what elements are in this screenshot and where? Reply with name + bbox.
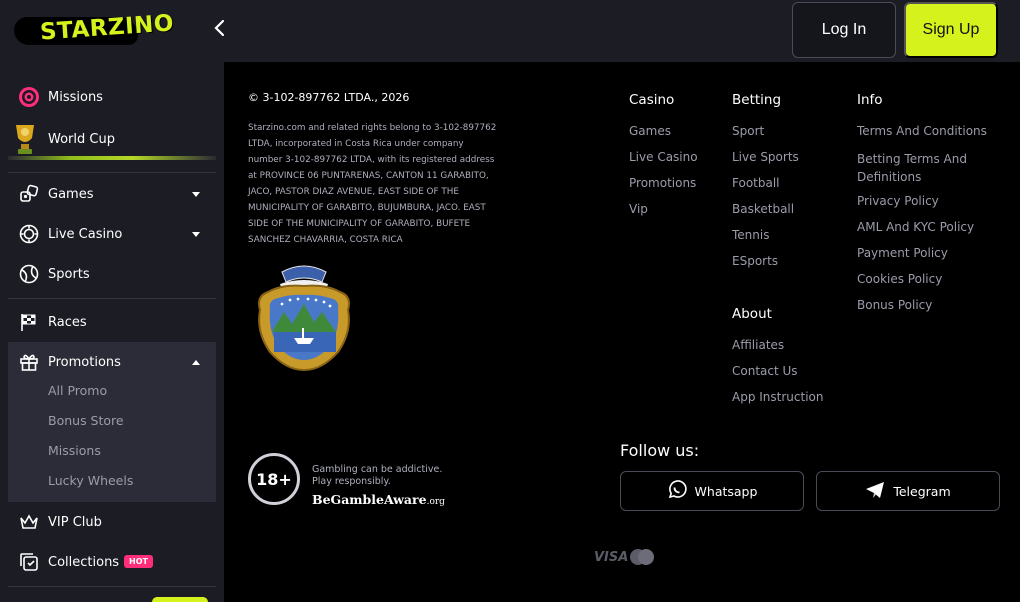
sidebar-item-label: World Cup (48, 131, 115, 147)
begambleaware-text: BeGambleAware (312, 492, 427, 507)
footer-link-affiliates[interactable]: Affiliates (732, 338, 784, 352)
footer-link-app-instruction[interactable]: App Instruction (732, 390, 823, 404)
footer-link-esports[interactable]: ESports (732, 254, 778, 268)
mastercard-logo (628, 548, 656, 566)
sidebar-item-vip-club[interactable]: VIP Club (0, 502, 216, 542)
footer-link-football[interactable]: Football (732, 176, 780, 190)
sidebar-item-label: Missions (48, 89, 103, 105)
footer-link-games[interactable]: Games (629, 124, 671, 138)
footer-link-contact-us[interactable]: Contact Us (732, 364, 798, 378)
starzino-logo[interactable]: STARZINO (14, 10, 175, 48)
submenu-item-bonus-store[interactable]: Bonus Store (48, 413, 124, 428)
visa-logo: VISA (594, 550, 629, 565)
footer-link-live-sports[interactable]: Live Sports (732, 150, 799, 164)
about-column-title: About (732, 306, 772, 322)
ball-icon (18, 263, 40, 285)
sidebar-item-missions[interactable]: Missions (0, 77, 216, 117)
sidebar-item-label: VIP Club (48, 514, 102, 530)
sidebar: STARZINO Missions World Cup Games Live C… (0, 0, 224, 602)
dice-icon (18, 183, 40, 205)
sidebar-item-label: Promotions (48, 354, 121, 370)
footer-link-basketball[interactable]: Basketball (732, 202, 794, 216)
info-column-title: Info (857, 92, 883, 108)
back-button[interactable] (208, 18, 232, 42)
sidebar-item-world-cup[interactable]: World Cup (0, 119, 216, 159)
divider (8, 172, 216, 173)
world-cup-banner-strip (8, 156, 216, 160)
divider (8, 586, 216, 587)
submenu-item-all-promo[interactable]: All Promo (48, 383, 107, 398)
login-button[interactable]: Log In (792, 2, 896, 58)
footer-link-bonus-policy[interactable]: Bonus Policy (857, 298, 932, 312)
checkered-flag-icon (18, 311, 40, 333)
gift-icon (18, 351, 40, 373)
footer-link-cookies[interactable]: Cookies Policy (857, 272, 942, 286)
sidebar-item-label: Live Casino (48, 226, 123, 242)
footer-link-tennis[interactable]: Tennis (732, 228, 769, 242)
chevron-left-icon (213, 19, 227, 41)
footer-link-terms[interactable]: Terms And Conditions (857, 124, 987, 138)
chevron-up-icon[interactable] (192, 359, 200, 365)
begambleaware-logo[interactable]: BeGambleAware.org (312, 492, 445, 507)
whatsapp-label: Whatsapp (694, 483, 758, 499)
sidebar-item-collections[interactable]: Collections HOT (0, 542, 216, 582)
sidebar-item-promotions[interactable]: Promotions (0, 342, 216, 382)
sidebar-item-sports[interactable]: Sports (0, 254, 216, 294)
sidebar-item-live-casino[interactable]: Live Casino (0, 214, 216, 254)
age-18-badge: 18+ (248, 453, 300, 505)
casino-chip-icon (18, 223, 40, 245)
footer-link-promotions[interactable]: Promotions (629, 176, 696, 190)
footer-link-live-casino[interactable]: Live Casino (629, 150, 698, 164)
gambling-warning-line1: Gambling can be addictive. (312, 464, 443, 475)
sidebar-item-label: Collections (48, 554, 120, 570)
submenu-item-lucky-wheels[interactable]: Lucky Wheels (48, 473, 133, 488)
sidebar-item-label: Games (48, 186, 94, 202)
copyright-text: © 3-102-897762 LTDA., 2026 (248, 91, 410, 104)
footer-link-privacy[interactable]: Privacy Policy (857, 194, 939, 208)
telegram-label: Telegram (893, 483, 951, 499)
telegram-icon (865, 481, 885, 502)
footer-link-payment[interactable]: Payment Policy (857, 246, 948, 260)
signup-button[interactable]: Sign Up (904, 2, 998, 58)
telegram-button[interactable]: Telegram (816, 471, 1000, 511)
footer-link-sport[interactable]: Sport (732, 124, 764, 138)
submenu-item-missions[interactable]: Missions (48, 443, 101, 458)
sidebar-item-races[interactable]: Races (0, 302, 216, 342)
gambling-warning: Gambling can be addictive. Play responsi… (312, 464, 442, 488)
footer-link-betting-terms[interactable]: Betting Terms And Definitions (857, 150, 987, 186)
gambling-warning-line2: Play responsibly. (312, 476, 391, 487)
chevron-down-icon[interactable] (192, 231, 200, 237)
collection-icon (18, 551, 40, 573)
footer-link-aml-kyc[interactable]: AML And KYC Policy (857, 220, 974, 234)
crown-icon (18, 511, 40, 533)
sidebar-item-label: Races (48, 314, 87, 330)
follow-us-title: Follow us: (620, 441, 700, 460)
bottom-promo-pill[interactable] (152, 597, 208, 602)
sidebar-item-games[interactable]: Games (0, 174, 216, 214)
sidebar-item-label: Sports (48, 266, 90, 282)
top-bar (200, 0, 1020, 62)
divider (8, 298, 216, 299)
hot-badge: HOT (124, 555, 153, 568)
trophy-icon (10, 122, 40, 156)
begambleaware-org: org (429, 497, 445, 507)
whatsapp-icon (667, 479, 687, 503)
betting-column-title: Betting (732, 92, 782, 108)
costa-rica-coat-of-arms (252, 262, 356, 374)
chevron-down-icon[interactable] (192, 191, 200, 197)
casino-column-title: Casino (629, 92, 675, 108)
whatsapp-button[interactable]: Whatsapp (620, 471, 804, 511)
logo-text: STARZINO (39, 10, 175, 46)
target-icon (18, 86, 40, 108)
legal-text: Starzino.com and related rights belong t… (248, 123, 497, 245)
footer-link-vip[interactable]: Vip (629, 202, 648, 216)
